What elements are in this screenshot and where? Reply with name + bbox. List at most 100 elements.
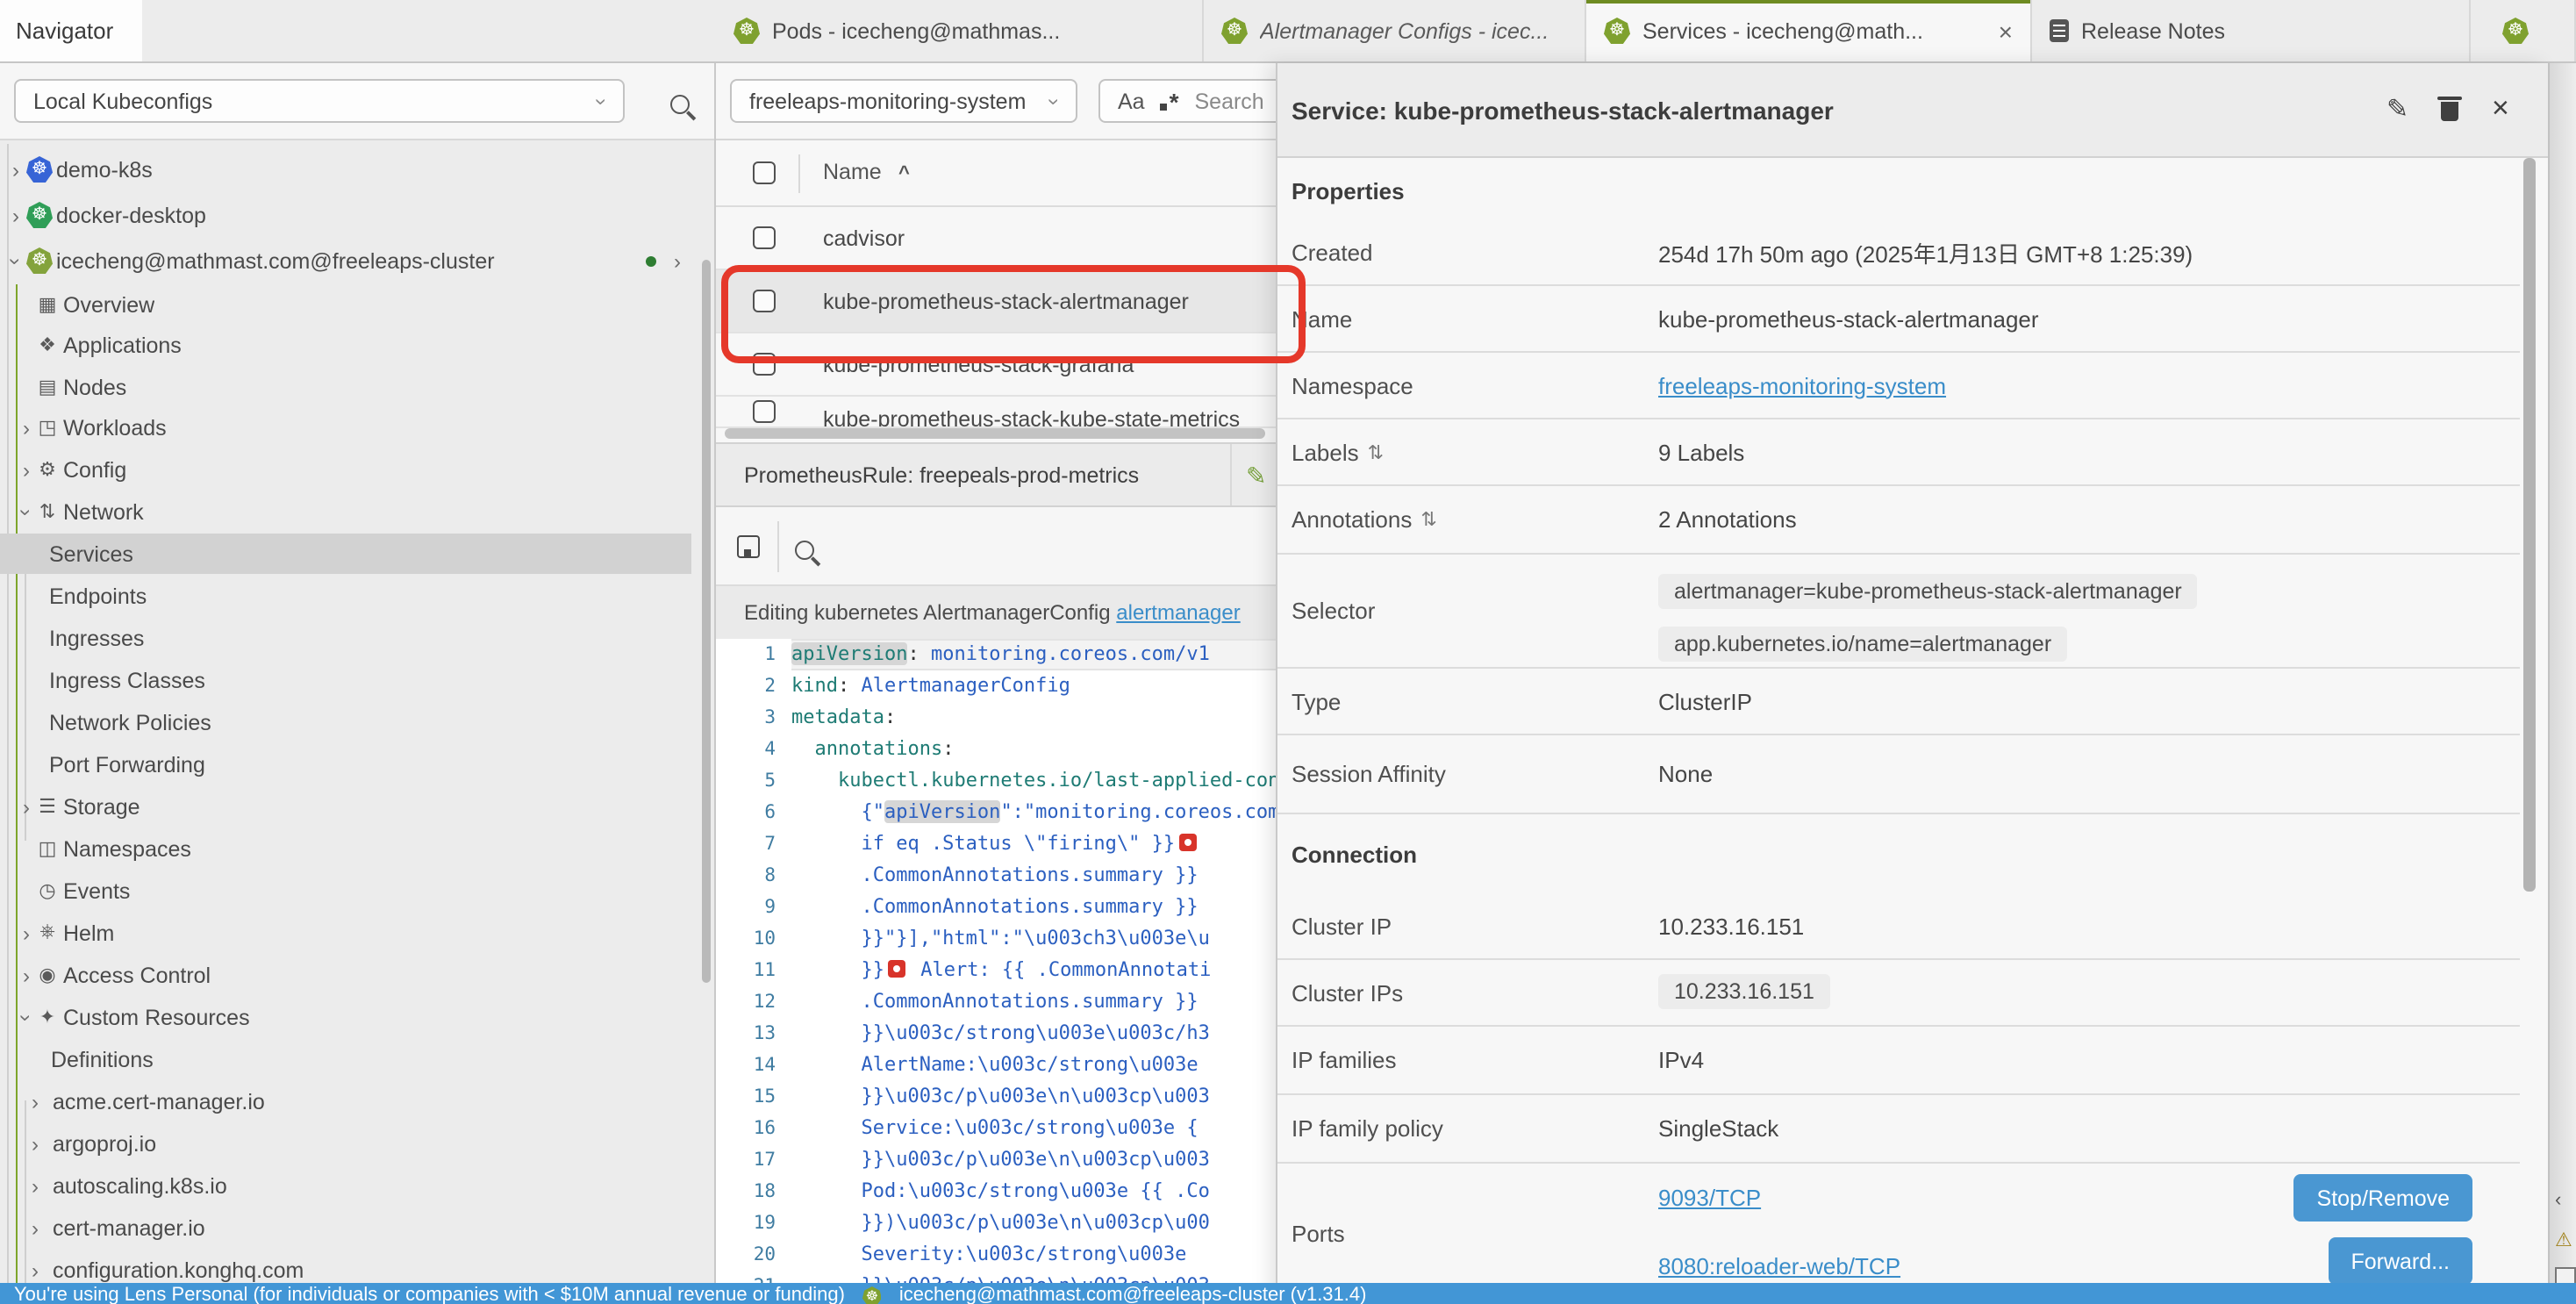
chevron-right-icon[interactable]: › (23, 964, 30, 985)
edit-resource-icon[interactable]: ✎ (1246, 462, 1266, 491)
line-number: 10 (716, 923, 791, 955)
chevron-right-icon[interactable]: › (23, 796, 30, 817)
sidebar-item-events[interactable]: ◷Events (0, 871, 691, 911)
sidebar-item-port-forwarding[interactable]: Port Forwarding (0, 744, 691, 785)
port-action-button[interactable]: Forward... (2328, 1237, 2472, 1285)
sidebar-item-workloads[interactable]: ›◳Workloads (0, 407, 691, 448)
chevron-right-icon[interactable]: › (23, 459, 30, 480)
row-checkbox[interactable] (753, 400, 776, 423)
chevron-right-icon[interactable]: › (674, 250, 681, 271)
sidebar-item-helm[interactable]: ›⎈Helm (0, 913, 691, 953)
background-window-sliver: ‹ ⚠ (2548, 63, 2576, 1304)
detail-value: 10.233.16.151 (1658, 914, 1804, 940)
sidebar-item-argoproj-io[interactable]: ›argoproj.io (0, 1123, 691, 1164)
chevron-down-icon[interactable]: › (16, 1014, 37, 1021)
line-number: 2 (716, 670, 791, 702)
tab-pods-icecheng-mathmas[interactable]: ☸Pods - icecheng@mathmas... (716, 0, 1204, 61)
sidebar-item-services[interactable]: Services (0, 534, 691, 574)
tab-alertmanager-configs-icec[interactable]: ☸Alertmanager Configs - icec... (1204, 0, 1586, 61)
editing-resource-link[interactable]: alertmanager (1116, 600, 1240, 625)
sidebar-item-config[interactable]: ›⚙Config (0, 449, 691, 490)
sidebar-item-docker-desktop[interactable]: ›☸docker-desktop (0, 195, 691, 235)
sidebar-item-access-control[interactable]: ›◉Access Control (0, 955, 691, 995)
sidebar-item-network[interactable]: ›⇅Network (0, 491, 691, 532)
chevron-left-icon[interactable]: ‹ (2555, 1190, 2561, 1211)
editor-search-icon[interactable] (795, 541, 814, 560)
delete-service-icon[interactable] (2441, 102, 2458, 121)
sidebar-item-cert-manager-io[interactable]: ›cert-manager.io (0, 1207, 691, 1248)
sidebar-item-autoscaling-k8s-io[interactable]: ›autoscaling.k8s.io (0, 1165, 691, 1206)
partial-widget (2555, 1267, 2576, 1285)
code-line-20: 20 Severity:\u003c/strong\u003e (716, 1239, 1276, 1271)
port-link[interactable]: 8080:reloader-web/TCP (1658, 1253, 1900, 1279)
sidebar-item-network-policies[interactable]: Network Policies (0, 702, 691, 742)
close-icon[interactable]: × (1999, 18, 2013, 43)
edit-service-icon[interactable]: ✎ (2386, 97, 2408, 123)
sidebar-item-endpoints[interactable]: Endpoints (0, 576, 691, 616)
search-input[interactable]: Aa * Search (1098, 79, 1276, 123)
selector-chip: 10.233.16.151 (1658, 974, 1830, 1009)
panel-scrollbar[interactable] (2523, 158, 2536, 892)
chevron-right-icon[interactable]: › (12, 204, 19, 226)
namespace-link[interactable]: freeleaps-monitoring-system (1658, 372, 1946, 398)
chevron-right-icon[interactable]: › (32, 1217, 39, 1238)
sort-ascending-icon[interactable]: ^ (898, 163, 910, 184)
expand-toggle-icon[interactable]: ⇅ (1368, 441, 1384, 463)
siren-emoji (888, 960, 905, 978)
code-text: }}\u003c/p\u003e\n\u003cp\u003 (791, 1081, 1276, 1113)
chevron-right-icon[interactable]: › (23, 922, 30, 943)
table-row-kube-prometheus-stack-kube-state-metrics[interactable]: kube-prometheus-stack-kube-state-metrics (716, 397, 1276, 428)
chevron-right-icon[interactable]: › (23, 417, 30, 438)
editor-toolbar (716, 507, 1276, 586)
sidebar-item-acme-cert-manager-io[interactable]: ›acme.cert-manager.io (0, 1081, 691, 1121)
chevron-right-icon[interactable]: › (32, 1259, 39, 1280)
table-row-cadvisor[interactable]: cadvisor (716, 207, 1276, 270)
tab-release-notes[interactable]: Release Notes (2032, 0, 2471, 61)
detail-row-ip-families: IP familiesIPv4 (1277, 1027, 2520, 1095)
sidebar-item-demo-k8s[interactable]: ›☸demo-k8s (0, 149, 691, 190)
select-all-checkbox[interactable] (753, 161, 776, 184)
sidebar-item-icecheng-mathmast-com-freeleaps-cluster[interactable]: ›☸icecheng@mathmast.com@freeleaps-cluste… (0, 240, 691, 281)
line-number: 17 (716, 1144, 791, 1176)
sidebar-item-applications[interactable]: ❖Applications (0, 325, 691, 365)
code-text: {"apiVersion":"monitoring.coreos.com/v1"… (791, 797, 1276, 828)
chevron-right-icon[interactable]: › (32, 1175, 39, 1196)
code-text: }}"}],"html":"\u003ch3\u003e\u (791, 923, 1276, 955)
port-link[interactable]: 9093/TCP (1658, 1185, 1761, 1211)
sidebar-scrollbar[interactable] (702, 260, 711, 983)
chevron-right-icon[interactable]: › (12, 159, 19, 180)
sidebar-item-definitions[interactable]: Definitions (0, 1039, 691, 1079)
namespace-selector[interactable]: freeleaps-monitoring-system › (730, 79, 1077, 123)
sidebar-item-namespaces[interactable]: ◫Namespaces (0, 828, 691, 869)
close-panel-icon[interactable]: × (2492, 93, 2509, 123)
row-checkbox[interactable] (753, 226, 776, 249)
sidebar-item-nodes[interactable]: ▤Nodes (0, 367, 691, 407)
regex-icon[interactable]: * (1161, 87, 1179, 115)
chevron-down-icon[interactable]: › (5, 257, 26, 264)
column-header-name[interactable]: Name (823, 160, 882, 184)
expand-toggle-icon[interactable]: ⇅ (1420, 508, 1436, 531)
tab-services-icecheng-math[interactable]: ☸Services - icecheng@math...× (1586, 0, 2032, 61)
chevron-down-icon[interactable]: › (16, 508, 37, 515)
sidebar-item-custom-resources[interactable]: ›✦Custom Resources (0, 997, 691, 1037)
detail-row-name: Namekube-prometheus-stack-alertmanager (1277, 286, 2520, 353)
tab-partial[interactable]: ☸ (2485, 0, 2576, 61)
sidebar-item-label: Port Forwarding (49, 752, 205, 777)
sidebar-item-storage[interactable]: ›☰Storage (0, 786, 691, 827)
save-icon[interactable] (737, 535, 760, 558)
table-horizontal-scrollbar[interactable] (725, 428, 1265, 439)
status-bar: You're using Lens Personal (for individu… (0, 1283, 2576, 1304)
chevron-right-icon[interactable]: › (32, 1133, 39, 1154)
port-action-button[interactable]: Stop/Remove (2294, 1174, 2472, 1222)
match-case-icon[interactable]: Aa (1118, 89, 1145, 113)
sidebar-item-ingress-classes[interactable]: Ingress Classes (0, 660, 691, 700)
kubeconfig-selector[interactable]: Local Kubeconfigs › (14, 79, 625, 123)
search-icon[interactable] (670, 95, 690, 114)
sidebar-item-overview[interactable]: ▦Overview (0, 284, 691, 325)
sidebar-item-ingresses[interactable]: Ingresses (0, 618, 691, 658)
detail-row-annotations: Annotations⇅2 Annotations (1277, 486, 2520, 555)
kubeconfig-selector-value: Local Kubeconfigs (33, 89, 212, 113)
yaml-editor[interactable]: 1apiVersion: monitoring.coreos.com/v12ki… (716, 639, 1276, 1304)
toolbar-divider (777, 521, 779, 572)
chevron-right-icon[interactable]: › (32, 1091, 39, 1112)
